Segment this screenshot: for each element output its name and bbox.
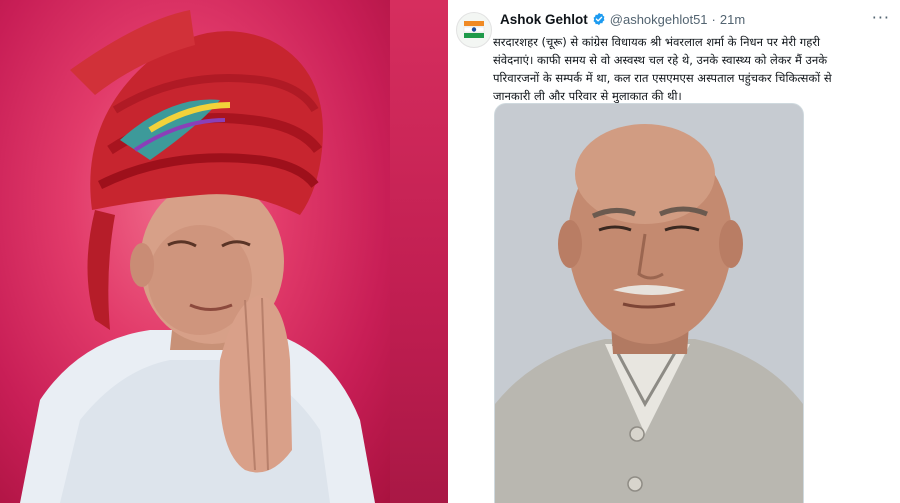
tweet-text-line: परिवारजनों के सम्पर्क में था, कल रात एसए…	[493, 71, 832, 85]
portrait-illustration	[20, 10, 375, 503]
tweet-card: Ashok Gehlot @ashokgehlot51 · 21m ··· सर…	[448, 0, 900, 503]
news-composite-image: Ashok Gehlot @ashokgehlot51 · 21m ··· सर…	[0, 0, 900, 503]
tweet-text: सरदारशहर (चूरू) से कांग्रेस विधायक श्री …	[493, 33, 893, 105]
tweet-text-line: सरदारशहर (चूरू) से कांग्रेस विधायक श्री …	[493, 35, 820, 49]
left-portrait-photo	[0, 0, 390, 503]
author-avatar[interactable]	[456, 12, 492, 48]
verified-badge-icon	[593, 12, 605, 26]
tweet-media-photo[interactable]	[494, 103, 804, 503]
tweet-text-line: संवेदनाएं। काफी समय से वो अस्वस्थ चल रहे…	[493, 53, 828, 67]
background-strip	[390, 0, 448, 503]
author-handle[interactable]: @ashokgehlot51	[610, 12, 708, 27]
tweet-timestamp[interactable]: 21m	[720, 12, 745, 27]
meta-separator: ·	[711, 11, 716, 27]
party-logo-icon	[463, 21, 485, 38]
more-options-icon[interactable]: ···	[872, 8, 890, 27]
author-name[interactable]: Ashok Gehlot	[500, 12, 588, 27]
tweet-header: Ashok Gehlot @ashokgehlot51 · 21m ···	[500, 8, 892, 28]
portrait-photo	[495, 104, 803, 503]
